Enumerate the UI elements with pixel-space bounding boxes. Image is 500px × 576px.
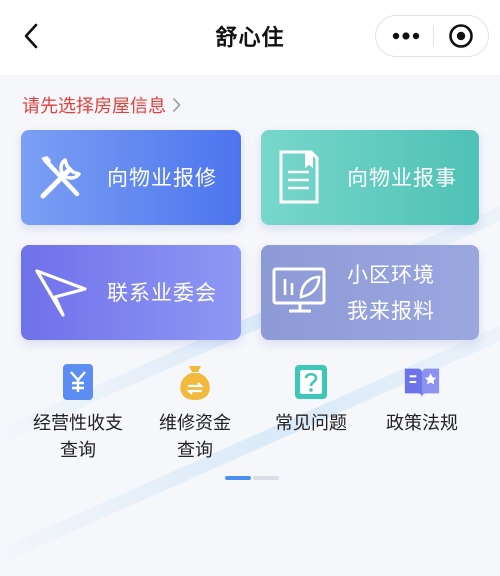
policy-book-icon bbox=[402, 362, 442, 402]
committee-card-label: 联系业委会 bbox=[107, 281, 217, 305]
yuan-bill-icon bbox=[58, 362, 98, 402]
report-card[interactable]: 向物业报事 bbox=[261, 130, 479, 225]
monitor-leaf-icon bbox=[271, 265, 329, 323]
more-button[interactable] bbox=[384, 21, 428, 51]
target-close-icon bbox=[449, 24, 473, 48]
select-house-link[interactable]: 请先选择房屋信息 bbox=[22, 92, 181, 118]
policy-label: 政策法规 bbox=[386, 413, 458, 434]
maintenance-fund-label: 维修资金 查询 bbox=[159, 413, 231, 461]
question-card-icon bbox=[291, 362, 331, 402]
page-indicator-inactive bbox=[253, 476, 279, 480]
business-income-query[interactable]: 经营性收支 查询 bbox=[23, 362, 133, 464]
faq-label: 常见问题 bbox=[275, 413, 347, 434]
document-list-icon bbox=[275, 148, 323, 210]
report-card-label: 向物业报事 bbox=[347, 166, 457, 190]
environment-card-label: 小区环境 我来报料 bbox=[347, 263, 435, 323]
mini-program-capsule bbox=[375, 15, 489, 57]
close-mini-program-button[interactable] bbox=[440, 21, 482, 51]
more-dots-icon bbox=[392, 32, 420, 40]
committee-card[interactable]: 联系业委会 bbox=[21, 245, 241, 340]
chevron-right-icon bbox=[172, 97, 181, 113]
repair-card[interactable]: 向物业报修 bbox=[21, 130, 241, 225]
page-indicator bbox=[225, 476, 279, 480]
paper-plane-icon bbox=[33, 263, 91, 325]
business-income-label: 经营性收支 查询 bbox=[33, 413, 123, 461]
policy-link[interactable]: 政策法规 bbox=[367, 362, 477, 437]
repair-card-label: 向物业报修 bbox=[107, 166, 217, 190]
capsule-divider bbox=[433, 26, 434, 46]
faq-link[interactable]: 常见问题 bbox=[256, 362, 366, 437]
wrench-screwdriver-icon bbox=[33, 150, 89, 210]
environment-card[interactable]: 小区环境 我来报料 bbox=[261, 245, 479, 340]
money-bag-icon bbox=[175, 362, 215, 402]
select-house-text: 请先选择房屋信息 bbox=[22, 96, 166, 117]
nav-bar: 舒心住 bbox=[0, 0, 500, 75]
maintenance-fund-query[interactable]: 维修资金 查询 bbox=[140, 362, 250, 464]
page-indicator-active bbox=[225, 476, 251, 480]
